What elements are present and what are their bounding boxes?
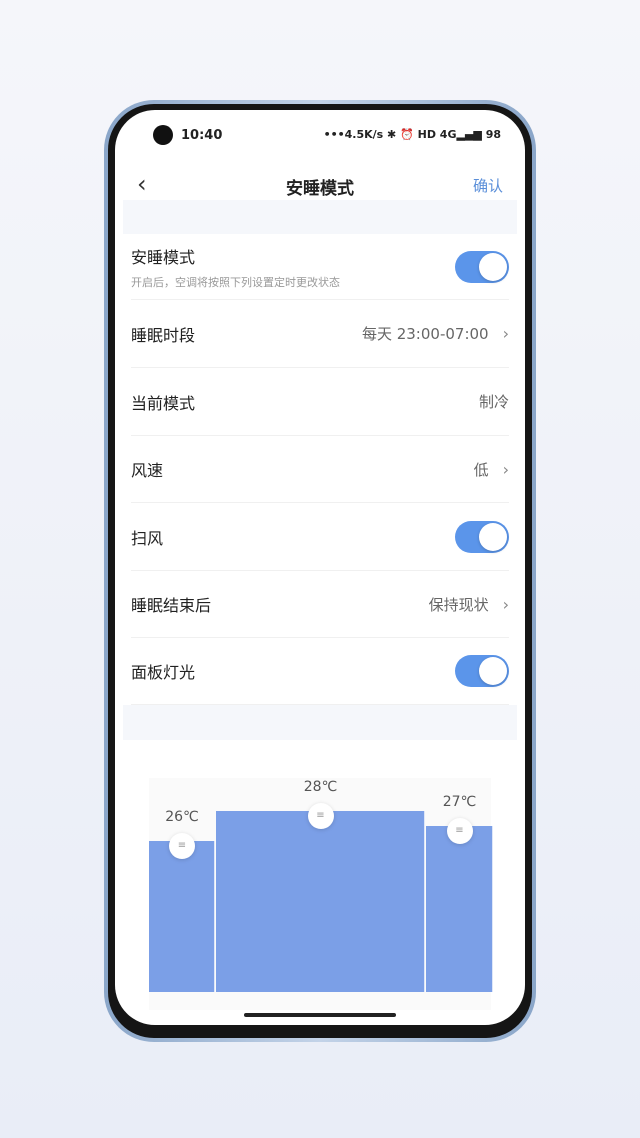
setting-text: 面板灯光 [131,659,195,683]
setting-label: 扫风 [131,528,164,548]
chevron-right-icon: › [502,324,509,343]
setting-text: 睡眠时段 [131,322,195,346]
setting-value: 每天 23:00-07:00 [361,325,489,343]
toggle-switch[interactable] [455,655,509,687]
toggle-switch[interactable] [455,250,509,283]
setting-row[interactable]: 安睡模式开启后，空调将按照下列设置定时更改状态 [131,234,509,300]
temperature-bar [426,825,493,992]
setting-value-group[interactable]: 保持现状 › [429,594,509,615]
setting-text: 安睡模式开启后，空调将按照下列设置定时更改状态 [131,244,340,290]
setting-text: 睡眠结束后 [131,592,211,616]
setting-text: 风速 [131,457,163,481]
screen: 10:40 •••4.5K/s ✱ ⏰ HD 4G▂▄▆ 98 ‹ 安睡模式 确… [115,110,525,1025]
setting-label: 风速 [131,461,164,480]
setting-label: 睡眠时段 [131,325,196,345]
temperature-label: 28℃ [303,778,338,795]
drag-handle-icon[interactable]: ≡ [307,802,334,829]
setting-row[interactable]: 睡眠结束后 保持现状 › [131,571,509,638]
setting-value: 低 [473,460,489,479]
setting-label: 睡眠结束后 [131,596,212,615]
chevron-right-icon: › [502,594,509,614]
setting-label: 面板灯光 [131,663,196,682]
temperature-bar [216,810,425,992]
temperature-bar [149,840,215,992]
chevron-right-icon: › [502,459,509,479]
status-bar: 10:40 •••4.5K/s ✱ ⏰ HD 4G▂▄▆ 98 [115,110,525,160]
setting-value-group: 制冷 [479,391,509,412]
setting-row[interactable]: 风速低 › [131,436,509,503]
setting-row[interactable]: 面板灯光 [131,638,509,705]
status-icons: •••4.5K/s ✱ ⏰ HD 4G▂▄▆ 98 [323,128,501,141]
page-title: 安睡模式 [286,179,354,199]
setting-value: 制冷 [478,393,509,411]
temperature-label: 27℃ [442,793,477,810]
drag-handle-icon[interactable]: ≡ [446,817,473,844]
section-divider [123,705,517,740]
setting-text: 当前模式 [131,390,195,414]
home-indicator[interactable] [244,1013,396,1017]
setting-row[interactable]: 扫风 [131,503,509,571]
setting-row[interactable]: 睡眠时段 每天 23:00-07:00 › [131,300,509,368]
setting-row[interactable]: 当前模式 制冷 [131,368,509,436]
camera-cutout [153,125,173,145]
confirm-button[interactable]: 确认 [473,175,503,196]
setting-value-group[interactable]: 每天 23:00-07:00 › [362,323,509,344]
setting-label: 当前模式 [131,393,196,413]
temperature-chart[interactable]: ≡ 26℃ ≡ 28℃ ≡ 27℃ [149,778,493,1010]
status-time: 10:40 [181,128,223,143]
setting-text: 扫风 [131,525,163,549]
setting-value: 保持现状 [428,595,489,614]
setting-label: 安睡模式 [131,247,196,267]
temperature-label: 26℃ [165,808,199,825]
setting-description: 开启后，空调将按照下列设置定时更改状态 [131,275,340,289]
section-divider [123,200,517,234]
setting-value-group[interactable]: 低 › [474,459,509,480]
drag-handle-icon[interactable]: ≡ [169,832,195,859]
toggle-switch[interactable] [455,520,509,553]
